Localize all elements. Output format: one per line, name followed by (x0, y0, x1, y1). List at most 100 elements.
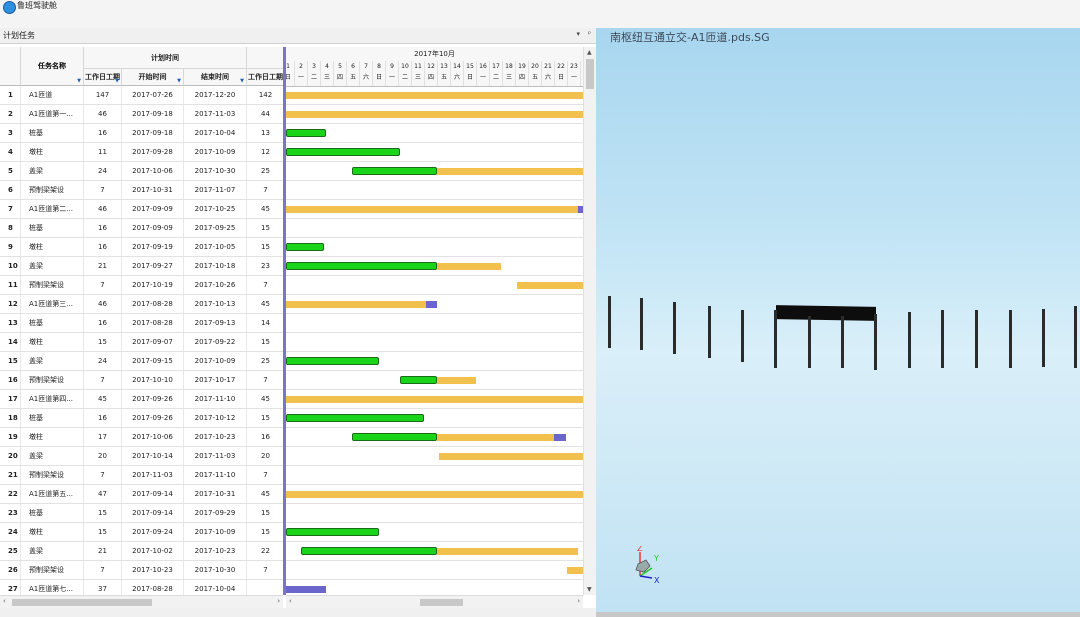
table-row[interactable]: 15 盖梁 24 2017-09-15 2017-10-09 25 (0, 352, 285, 371)
gantt-actual-bar[interactable] (300, 547, 438, 555)
gantt-delay-bar[interactable] (286, 586, 326, 593)
gantt-planned-bar[interactable] (286, 301, 426, 308)
gantt-actual-bar[interactable] (286, 414, 425, 422)
vertical-scroll-thumb[interactable] (586, 59, 594, 89)
pier-column[interactable] (975, 310, 978, 368)
table-row[interactable]: 4 墩柱 11 2017-09-28 2017-10-09 12 (0, 143, 285, 162)
table-row[interactable]: 20 盖梁 20 2017-10-14 2017-11-03 20 (0, 447, 285, 466)
pier-column[interactable] (708, 306, 711, 358)
model-3d-viewport[interactable]: 南枢纽互通立交-A1匝道.pds.SG Z Y X (596, 28, 1080, 617)
task-name-cell: 盖梁 (21, 162, 84, 180)
pier-column[interactable] (640, 298, 643, 350)
gantt-actual-bar[interactable] (286, 262, 438, 270)
row-number: 27 (0, 580, 21, 595)
row-number: 18 (0, 409, 21, 427)
gantt-planned-bar[interactable] (286, 491, 583, 498)
column-header-workdays-actual[interactable]: 工作日工期 (247, 69, 285, 86)
gantt-planned-bar[interactable] (437, 168, 583, 175)
gantt-planned-bar[interactable] (437, 434, 555, 441)
actual-workdays-cell: 15 (247, 219, 285, 237)
table-row[interactable]: 9 墩柱 16 2017-09-19 2017-10-05 15 (0, 238, 285, 257)
gantt-planned-bar[interactable] (437, 377, 477, 384)
pier-column[interactable] (741, 310, 744, 362)
table-row[interactable]: 26 预制梁架设 7 2017-10-23 2017-10-30 7 (0, 561, 285, 580)
column-header-end[interactable]: 结束时间 ▼ (184, 69, 247, 86)
table-row[interactable]: 5 盖梁 24 2017-10-06 2017-10-30 25 (0, 162, 285, 181)
gantt-planned-bar[interactable] (286, 92, 583, 99)
scroll-up-icon[interactable]: ▲ (587, 49, 592, 56)
gantt-actual-bar[interactable] (286, 243, 325, 251)
scroll-right-icon[interactable]: › (577, 597, 580, 605)
panel-dropdown-icon[interactable]: ▾ (576, 30, 580, 38)
gantt-actual-bar[interactable] (286, 148, 400, 156)
table-row[interactable]: 23 桩基 15 2017-09-14 2017-09-29 15 (0, 504, 285, 523)
table-row[interactable]: 14 墩柱 15 2017-09-07 2017-09-22 15 (0, 333, 285, 352)
table-row[interactable]: 1 A1匝道 147 2017-07-26 2017-12-20 142 (0, 86, 285, 105)
table-row[interactable]: 17 A1匝道第四... 45 2017-09-26 2017-11-10 45 (0, 390, 285, 409)
axis-triad-icon[interactable]: Z Y X (632, 546, 672, 586)
gantt-actual-bar[interactable] (286, 528, 379, 536)
gantt-actual-bar[interactable] (286, 129, 326, 137)
gantt-planned-bar[interactable] (438, 453, 583, 460)
pier-column[interactable] (874, 314, 877, 370)
gantt-actual-bar[interactable] (351, 167, 438, 175)
pier-column[interactable] (808, 316, 811, 368)
gantt-planned-bar[interactable] (286, 396, 583, 403)
gantt-planned-bar[interactable] (286, 206, 578, 213)
gantt-delay-bar[interactable] (425, 301, 438, 308)
gantt-planned-bar[interactable] (437, 263, 502, 270)
column-header-workdays[interactable]: 工作日工期 ▼ (84, 69, 122, 86)
gantt-planned-bar[interactable] (286, 111, 583, 118)
grid-horizontal-scrollbar[interactable]: ‹ › (0, 595, 283, 609)
table-row[interactable]: 25 盖梁 21 2017-10-02 2017-10-23 22 (0, 542, 285, 561)
day-number: 23 (570, 63, 578, 70)
gantt-planned-bar[interactable] (516, 282, 583, 289)
column-header-start[interactable]: 开始时间 ▼ (122, 69, 184, 86)
table-row[interactable]: 24 墩柱 15 2017-09-24 2017-10-09 15 (0, 523, 285, 542)
panel-pin-icon[interactable]: ᵖ (588, 30, 591, 38)
table-row[interactable]: 6 预制梁架设 7 2017-10-31 2017-11-07 7 (0, 181, 285, 200)
grid-horizontal-scroll-thumb[interactable] (12, 599, 152, 606)
gantt-planned-bar[interactable] (437, 548, 578, 555)
column-header-task-name[interactable]: 任务名称 ▼ (21, 47, 84, 86)
pier-column[interactable] (908, 312, 911, 368)
table-row[interactable]: 10 盖梁 21 2017-09-27 2017-10-18 23 (0, 257, 285, 276)
pier-column[interactable] (774, 310, 777, 368)
pier-column[interactable] (1074, 306, 1077, 368)
pier-column[interactable] (841, 316, 844, 368)
gantt-actual-bar[interactable] (351, 433, 438, 441)
gantt-horizontal-scroll-thumb[interactable] (420, 599, 463, 606)
table-row[interactable]: 27 A1匝道第七... 37 2017-08-28 2017-10-04 (0, 580, 285, 595)
table-row[interactable]: 18 桩基 16 2017-09-26 2017-10-12 15 (0, 409, 285, 428)
table-row[interactable]: 8 桩基 16 2017-09-09 2017-09-25 15 (0, 219, 285, 238)
task-name-cell: A1匝道第二... (21, 200, 84, 218)
table-row[interactable]: 7 A1匝道第二... 46 2017-09-09 2017-10-25 45 (0, 200, 285, 219)
gantt-horizontal-scrollbar[interactable]: ‹ › (286, 595, 583, 609)
table-row[interactable]: 11 预制梁架设 7 2017-10-19 2017-10-26 7 (0, 276, 285, 295)
cap-beam[interactable] (776, 305, 876, 321)
day-number: 20 (531, 63, 539, 70)
gantt-actual-bar[interactable] (286, 357, 379, 365)
table-row[interactable]: 12 A1匝道第三... 46 2017-08-28 2017-10-13 45 (0, 295, 285, 314)
pier-column[interactable] (941, 310, 944, 368)
scroll-left-icon[interactable]: ‹ (3, 597, 6, 605)
pier-column[interactable] (608, 296, 611, 348)
table-row[interactable]: 3 桩基 16 2017-09-18 2017-10-04 13 (0, 124, 285, 143)
scroll-right-icon[interactable]: › (277, 597, 280, 605)
table-row[interactable]: 19 墩柱 17 2017-10-06 2017-10-23 16 (0, 428, 285, 447)
end-date-cell: 2017-10-09 (184, 143, 247, 161)
table-row[interactable]: 21 预制梁架设 7 2017-11-03 2017-11-10 7 (0, 466, 285, 485)
pier-column[interactable] (1042, 309, 1045, 367)
vertical-scrollbar[interactable]: ▲ ▼ (583, 47, 597, 595)
gantt-actual-bar[interactable] (399, 376, 438, 384)
pier-column[interactable] (1009, 310, 1012, 368)
scroll-left-icon[interactable]: ‹ (289, 597, 292, 605)
pier-column[interactable] (673, 302, 676, 354)
scroll-down-icon[interactable]: ▼ (587, 586, 592, 593)
gantt-planned-bar[interactable] (567, 567, 583, 574)
table-row[interactable]: 22 A1匝道第五... 47 2017-09-14 2017-10-31 45 (0, 485, 285, 504)
table-row[interactable]: 2 A1匝道第一... 46 2017-09-18 2017-11-03 44 (0, 105, 285, 124)
table-row[interactable]: 13 桩基 16 2017-08-28 2017-09-13 14 (0, 314, 285, 333)
gantt-delay-bar[interactable] (554, 434, 567, 441)
table-row[interactable]: 16 预制梁架设 7 2017-10-10 2017-10-17 7 (0, 371, 285, 390)
